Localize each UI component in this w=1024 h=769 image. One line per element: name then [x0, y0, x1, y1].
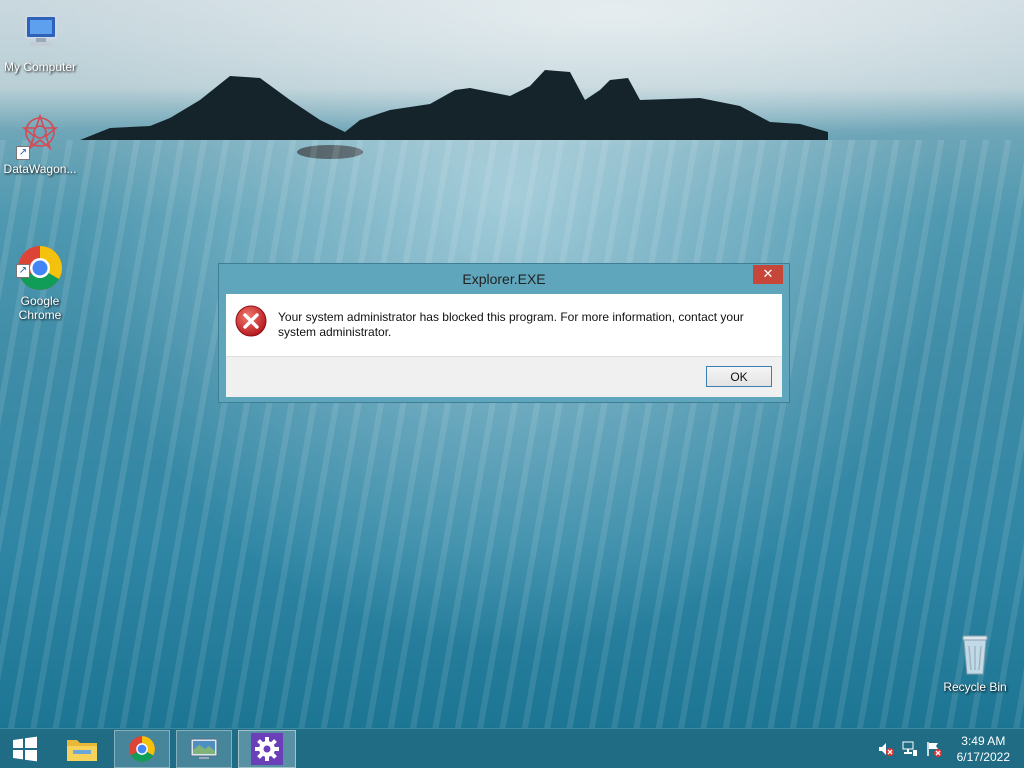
desktop-icon-my-computer[interactable]: My Computer [0, 10, 80, 74]
windows-logo-icon [13, 736, 37, 762]
desktop-icon-datawagon[interactable]: ↗ DataWagon... [0, 112, 80, 176]
taskbar-chrome[interactable] [114, 730, 170, 768]
recycle-bin-icon [951, 630, 999, 678]
close-button[interactable]: ✕ [753, 265, 783, 284]
network-icon[interactable] [902, 741, 918, 757]
error-icon [235, 305, 267, 337]
dialog-body: Your system administrator has blocked th… [226, 294, 782, 356]
chrome-icon [129, 736, 155, 762]
shortcut-arrow-icon: ↗ [16, 146, 30, 160]
error-message: Your system administrator has blocked th… [278, 310, 744, 339]
desktop-icon-label: My Computer [3, 60, 77, 74]
taskbar: 3:49 AM 6/17/2022 [0, 728, 1024, 768]
folder-icon [67, 740, 97, 761]
clock-date: 6/17/2022 [956, 750, 1010, 764]
shortcut-arrow-icon: ↗ [16, 264, 30, 278]
desktop-icon-chrome[interactable]: ↗ Google Chrome [0, 216, 80, 322]
chrome-icon: ↗ [16, 230, 64, 290]
my-computer-icon [16, 10, 64, 58]
desktop-icon-recycle-bin[interactable]: Recycle Bin [935, 630, 1015, 694]
remote-desktop-icon [190, 738, 218, 759]
action-center-flag-icon[interactable] [926, 741, 942, 757]
desktop: My Computer ↗ DataWagon... ↗ Google Chro… [0, 0, 1024, 728]
ok-button[interactable]: OK [706, 366, 772, 387]
dialog-title: Explorer.EXE [462, 271, 546, 287]
wallpaper-water [0, 140, 1024, 728]
desktop-icon-label: Recycle Bin [943, 680, 1007, 694]
taskbar-settings[interactable] [238, 730, 296, 768]
datawagon-icon: ↗ [16, 112, 64, 160]
clock-time: 3:49 AM [961, 734, 1006, 748]
system-tray: 3:49 AM 6/17/2022 [864, 729, 1024, 769]
desktop-icon-label: DataWagon... [3, 162, 77, 176]
taskbar-file-explorer[interactable] [56, 730, 108, 768]
start-button[interactable] [0, 730, 50, 768]
clock[interactable]: 3:49 AM 6/17/2022 [957, 733, 1010, 765]
gear-icon [251, 733, 283, 765]
dialog-footer: OK [226, 356, 782, 397]
taskbar-remote-desktop[interactable] [176, 730, 232, 768]
desktop-icon-label: Google Chrome [18, 294, 62, 322]
volume-muted-icon[interactable] [878, 741, 894, 757]
error-dialog: Explorer.EXE ✕ Your system administrator… [218, 263, 790, 403]
